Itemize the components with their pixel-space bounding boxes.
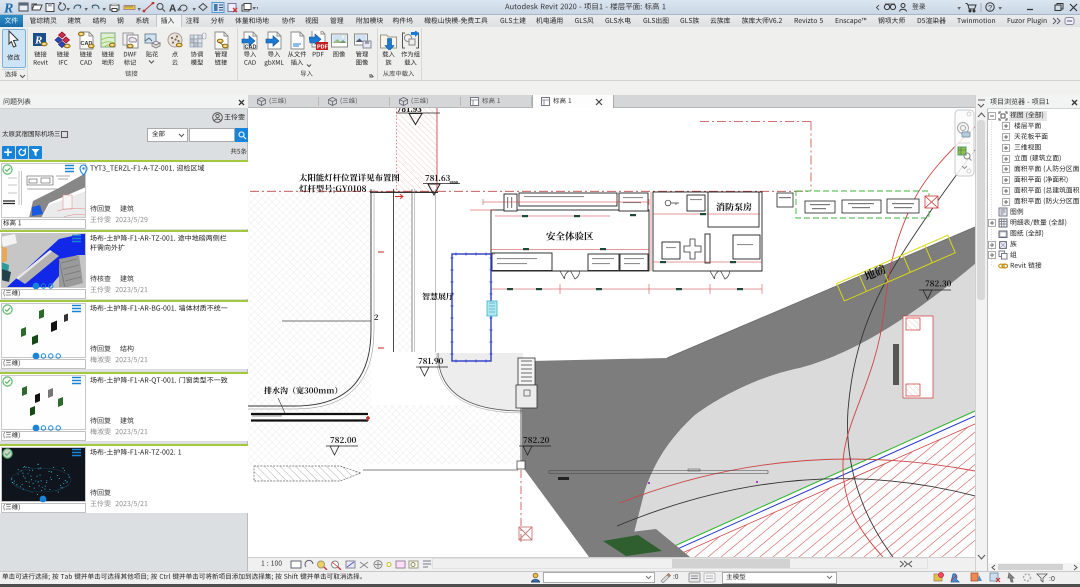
svg-text:PDF: PDF bbox=[317, 45, 328, 51]
svg-text:R: R bbox=[3, 2, 13, 16]
svg-text::0: :0 bbox=[1049, 576, 1055, 583]
svg-text:A: A bbox=[169, 4, 176, 14]
svg-text:?: ? bbox=[988, 3, 992, 12]
svg-text:1800: 1800 bbox=[449, 180, 459, 185]
svg-text:CAD: CAD bbox=[244, 45, 256, 51]
